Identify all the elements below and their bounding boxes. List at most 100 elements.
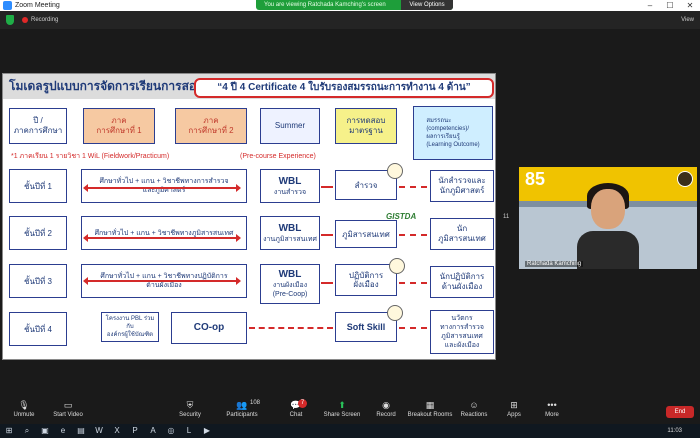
chat-button[interactable]: 💬 Chat [272, 398, 320, 424]
year-4-coop: CO-op [171, 312, 247, 344]
university-seal-icon [677, 171, 693, 187]
header-term1: ภาค การศึกษาที่ 1 [83, 108, 155, 144]
header-term2: ภาค การศึกษาที่ 2 [175, 108, 247, 144]
year-4-outcome: นวัตกร ทางการสำรวจ ภูมิสารสนเทศ และผังเม… [430, 310, 494, 354]
header-year: ปี / ภาคการศึกษา [9, 108, 67, 144]
year-3-wbl-sub: งานผังเมือง (Pre-Coop) [272, 282, 308, 298]
share-screen-button[interactable]: ⬆ Share Screen [318, 398, 366, 424]
apps-icon: ⊞ [510, 400, 518, 410]
view-options-button[interactable]: View Options [401, 0, 453, 10]
year-2-wbl: WBL งานภูมิสารสนเทศ [260, 216, 320, 250]
year-1-dash-a [321, 186, 333, 188]
year-3-seal-icon [389, 258, 405, 274]
maximize-button[interactable]: ☐ [660, 0, 680, 11]
unmute-button[interactable]: 🎙 Unmute [0, 398, 48, 424]
security-button[interactable]: ⛨ Security [166, 398, 214, 424]
share-screen-label: Share Screen [323, 412, 361, 418]
word-icon[interactable]: W [94, 426, 104, 436]
year-1-wbl-sub: งานสำรวจ [273, 188, 307, 196]
breakout-rooms-icon: ▦ [425, 400, 435, 410]
line-icon[interactable]: L [184, 426, 194, 436]
header-exam: การทดสอบ มาตรฐาน [335, 108, 397, 144]
year-1-study: ศึกษาทั่วไป + แกน + วิชาชีพทางการสำรวจ แ… [81, 169, 247, 203]
year-2-dash-a [321, 234, 333, 236]
more-button[interactable]: ••• More [528, 398, 576, 424]
participant-video[interactable]: 85 Ratchada Kamching [519, 167, 697, 269]
participants-count: 108 [250, 400, 261, 406]
year-1-arrow [83, 184, 241, 192]
year-1-wbl-title: WBL [278, 175, 302, 187]
wil-note: *1 ภาคเรียน 1 รายวิชา 1 WiL (Fieldwork/P… [11, 153, 170, 160]
year-1-outcome: นักสำรวจและ นักภูมิศาสตร์ [430, 170, 494, 202]
gistda-logo: GISTDA [386, 212, 417, 221]
participant-figure [577, 181, 639, 269]
minimize-button[interactable]: – [640, 0, 660, 11]
page-indicator: 11 [503, 214, 510, 220]
zoom-window: Zoom Meeting – ☐ ✕ You are viewing Ratch… [0, 0, 700, 438]
year-2-outcome: นัก ภูมิสารสนเทศ [430, 218, 494, 250]
year-4-dash-a [249, 327, 333, 329]
year-2-skill: ภูมิสารสนเทศ [335, 220, 397, 248]
participants-icon: 👥 [236, 400, 248, 410]
year-3-label: ชั้นปีที่ 3 [9, 264, 67, 298]
chat-label: Chat [289, 412, 303, 418]
shared-screen: โมเดลรูปแบบการจัดการเรียนการสอน “4 ปี 4 … [2, 73, 496, 360]
year-1-wbl: WBL งานสำรวจ [260, 169, 320, 203]
year-3-outcome: นักปฏิบัติการ ด้านผังเมือง [430, 266, 494, 298]
year-3-dash-b [399, 282, 427, 284]
year-4-dash-b [399, 327, 427, 329]
certificate-banner: “4 ปี 4 Certificate 4 ใบรับรองสมรรถนะการ… [194, 78, 494, 98]
file-explorer-icon[interactable]: ▤ [76, 426, 86, 436]
year-3-wbl-title: WBL [278, 269, 302, 280]
task-view-icon[interactable]: ▣ [40, 426, 50, 436]
record-button[interactable]: ◉ Record [362, 398, 410, 424]
year-3-arrow [83, 277, 241, 285]
year-3-skill: ปฏิบัติการ ผังเมือง [335, 264, 397, 296]
view-button[interactable]: View [681, 11, 694, 29]
pre-course-note: (Pre-course Experience) [240, 153, 316, 160]
start-video-label: Start Video [53, 412, 83, 418]
recording-label: Recording [31, 17, 59, 23]
viewing-banner: You are viewing Ratchada Kamching's scre… [256, 0, 453, 10]
breakout-rooms-label: Breakout Rooms [407, 412, 453, 418]
windows-taskbar: ⊞ ⌕ ▣ e ▤ W X P A ◎ L ▶ 11:03 [0, 424, 700, 438]
year-2-wbl-sub: งานภูมิสารสนเทศ [263, 235, 317, 243]
header-outcome: สมรรถนะ (competencies)/ ผลการเรียนรู้ (L… [413, 106, 493, 160]
year-3-wbl: WBL งานผังเมือง (Pre-Coop) [260, 264, 320, 304]
excel-icon[interactable]: X [112, 426, 122, 436]
record-label: Record [376, 412, 396, 418]
viewing-message: You are viewing Ratchada Kamching's scre… [264, 2, 386, 8]
year-2-arrow [83, 234, 241, 242]
chrome-icon[interactable]: ◎ [166, 426, 176, 436]
edge-icon[interactable]: e [58, 426, 68, 436]
slide-title: โมเดลรูปแบบการจัดการเรียนการสอน [9, 79, 205, 93]
search-icon[interactable]: ⌕ [22, 426, 32, 436]
window-title: Zoom Meeting [15, 2, 60, 9]
share-screen-icon: ⬆ [338, 400, 346, 410]
encryption-shield-icon[interactable] [6, 15, 14, 25]
year-2-study: ศึกษาทั่วไป + แกน + วิชาชีพทางภูมิสารสนเ… [81, 216, 247, 250]
chat-badge: 7 [298, 399, 307, 408]
year-4-coop-title: CO-op [193, 322, 225, 333]
pdf-icon[interactable]: A [148, 426, 158, 436]
end-meeting-button[interactable]: End [666, 406, 694, 418]
year-1-label: ชั้นปีที่ 1 [9, 169, 67, 203]
year-4-study: โครงงาน PBL ร่วมกับ องค์กรผู้ใช้บัณฑิต [101, 312, 159, 342]
more-icon: ••• [547, 400, 557, 410]
year-4-seal-icon [387, 305, 403, 321]
clock: 11:03 [667, 428, 682, 434]
breakout-rooms-button[interactable]: ▦ Breakout Rooms [406, 398, 454, 424]
video-off-icon: ▭ [63, 400, 73, 410]
header-summer: Summer [260, 108, 320, 144]
start-video-button[interactable]: ▭ Start Video [44, 398, 92, 424]
close-button[interactable]: ✕ [680, 0, 700, 11]
shield-icon: ⛨ [186, 400, 194, 410]
meeting-controls: 🎙 Unmute ▭ Start Video ⛨ Security 👥 Part… [0, 398, 700, 424]
sign-text: 85 [525, 169, 546, 189]
powerpoint-icon[interactable]: P [130, 426, 140, 436]
year-1-seal-icon [387, 163, 403, 179]
year-2-wbl-title: WBL [278, 222, 302, 234]
start-icon[interactable]: ⊞ [4, 426, 14, 436]
year-4-label: ชั้นปีที่ 4 [9, 312, 67, 346]
zoom-taskbar-icon[interactable]: ▶ [202, 426, 212, 436]
